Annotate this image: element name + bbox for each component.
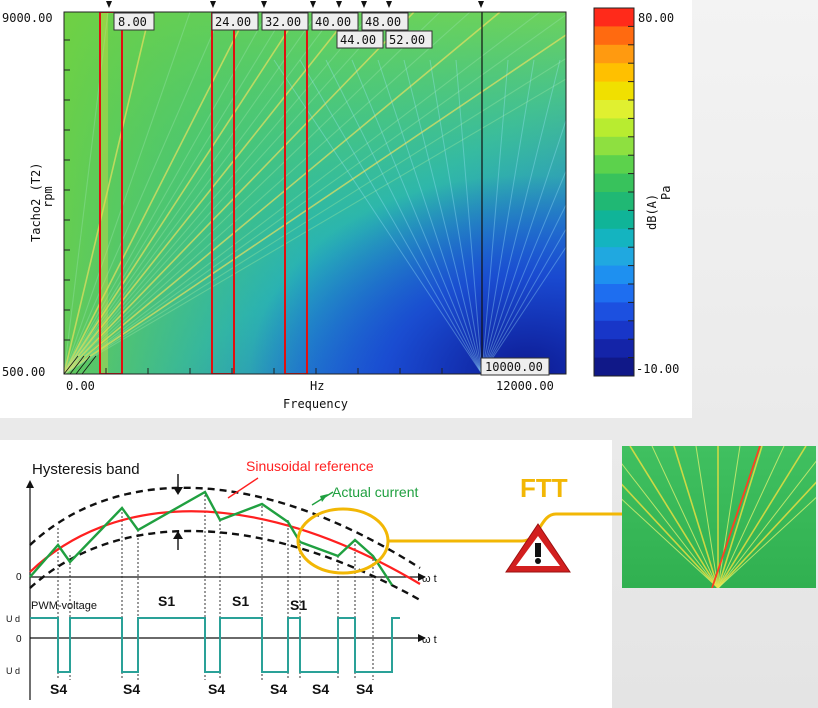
- y-axis-unit: rpm: [41, 186, 55, 208]
- colorbar-segment: [594, 192, 634, 211]
- colorbar-segment: [594, 136, 634, 156]
- spectral-stripe: [100, 12, 108, 374]
- s1-label: S1: [232, 593, 249, 609]
- colorbar-segment: [594, 8, 634, 27]
- x-unit-label: Hz: [310, 379, 324, 393]
- x-min-label: 0.00: [66, 379, 95, 393]
- colorbar-segment: [594, 247, 634, 267]
- order-label-44[interactable]: 44.00: [340, 33, 376, 47]
- colorbar-segment: [594, 357, 634, 377]
- omega-t-label-bottom: ω t: [422, 634, 437, 646]
- colorbar: [594, 8, 634, 377]
- order-label-32[interactable]: 32.00: [265, 15, 301, 29]
- colorbar-segment: [594, 339, 634, 359]
- figure-canvas: 8.00 24.00 32.00 40.00 48.00 44.00 52.00…: [2, 1, 816, 700]
- colorbar-segment: [594, 173, 634, 193]
- colorbar-segment: [594, 63, 634, 83]
- colorbar-segment: [594, 284, 634, 303]
- s4-label: S4: [50, 681, 67, 697]
- colorbar-segment: [594, 81, 634, 101]
- colorbar-unit-db: dB(A): [645, 194, 659, 230]
- s4-label: S4: [312, 681, 329, 697]
- ftt-label: FTT: [520, 473, 568, 503]
- s4-label: S4: [123, 681, 140, 697]
- colorbar-segment: [594, 228, 634, 248]
- cursor-frequency-label[interactable]: 10000.00: [485, 360, 543, 374]
- omega-t-label-top: ω t: [422, 573, 437, 585]
- colorbar-min-label: -10.00: [636, 362, 679, 376]
- colorbar-segment: [594, 320, 634, 340]
- order-label-48[interactable]: 48.00: [365, 15, 401, 29]
- x-axis-title: Frequency: [283, 397, 348, 411]
- colorbar-segment: [594, 44, 634, 64]
- s1-label: S1: [158, 593, 175, 609]
- order-label-52[interactable]: 52.00: [389, 33, 425, 47]
- colorbar-segment: [594, 302, 634, 322]
- actual-current-label: Actual current: [332, 484, 418, 500]
- pwm-zero-label: 0: [16, 634, 22, 645]
- sinusoidal-reference-label: Sinusoidal reference: [246, 458, 374, 474]
- spectrogram-thumbnail: [622, 446, 816, 588]
- colorbar-segment: [594, 100, 634, 119]
- warning-triangle-icon: [505, 523, 571, 573]
- actual-current-curve: [29, 490, 394, 586]
- band-arrow-down-icon: [173, 487, 183, 495]
- s1-label: S1: [290, 597, 307, 613]
- s4-label: S4: [270, 681, 287, 697]
- pwm-voltage-label: PWM-voltage: [31, 600, 97, 612]
- ftt-connector-line: [388, 512, 622, 543]
- ftt-highlight-ellipse: [296, 507, 390, 575]
- order-markers: [106, 1, 484, 8]
- colorbar-max-label: 80.00: [638, 11, 674, 25]
- sinusoidal-reference-curve: [29, 510, 421, 585]
- origin-label: 0: [16, 572, 22, 583]
- order-label-24[interactable]: 24.00: [215, 15, 251, 29]
- y-min-label: 500.00: [2, 365, 45, 379]
- colorbar-segment: [594, 118, 634, 138]
- x-max-label: 12000.00: [496, 379, 554, 393]
- colorbar-unit-pa: Pa: [659, 186, 673, 200]
- colorbar-segment: [594, 155, 634, 175]
- ud-bottom-label: U d: [6, 666, 20, 676]
- colorbar-segment: [594, 210, 634, 230]
- s4-label: S4: [356, 681, 373, 697]
- hysteresis-diagram: Hysteresis band Sinusoidal reference Act…: [6, 458, 437, 700]
- colorbar-segment: [594, 26, 634, 46]
- y-max-label: 9000.00: [2, 11, 53, 25]
- ud-top-label: U d: [6, 614, 20, 624]
- order-label-40[interactable]: 40.00: [315, 15, 351, 29]
- colorbar-segment: [594, 265, 634, 285]
- pwm-voltage-waveform: [30, 617, 400, 673]
- order-label-8[interactable]: 8.00: [118, 15, 147, 29]
- s4-label: S4: [208, 681, 225, 697]
- hysteresis-band-label: Hysteresis band: [32, 461, 140, 478]
